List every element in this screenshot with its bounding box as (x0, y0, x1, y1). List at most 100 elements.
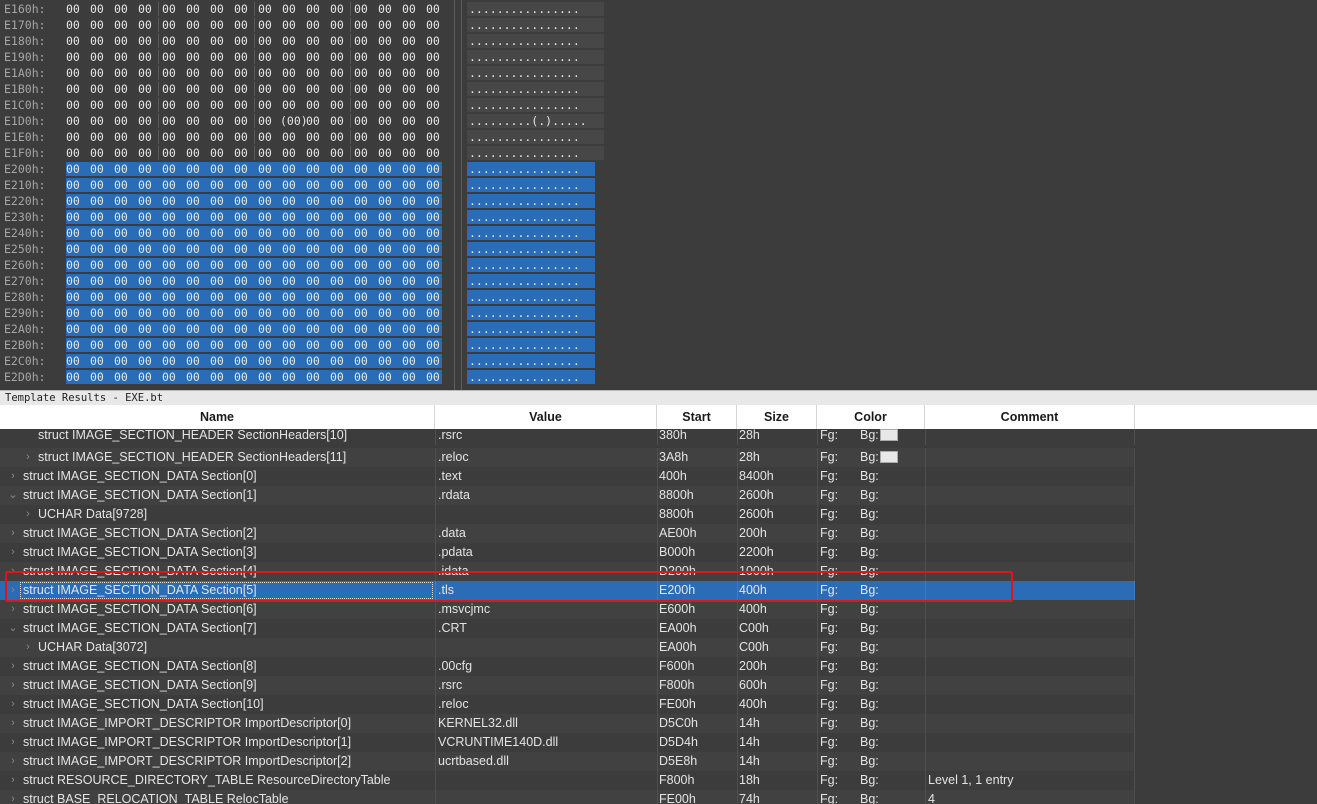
row-bg-color[interactable]: Bg: (860, 467, 879, 486)
hex-byte[interactable]: 00 (234, 2, 248, 16)
hex-byte[interactable]: 00 (210, 2, 224, 16)
hex-byte[interactable]: 00 (90, 274, 104, 288)
hex-byte[interactable]: 00 (378, 178, 392, 192)
chevron-right-icon[interactable]: › (8, 771, 18, 790)
hex-byte[interactable]: 00 (114, 290, 128, 304)
hex-byte[interactable]: 00 (282, 258, 296, 272)
hex-byte[interactable]: 00 (282, 322, 296, 336)
hex-row[interactable]: E240h: 00 00 00 00 00 00 00 00 00 00 00 00 00 00 00 00..… (0, 225, 1317, 241)
hex-ascii[interactable]: ................ (467, 130, 604, 144)
hex-byte[interactable]: 00 (330, 130, 344, 144)
column-size-header[interactable]: Size (737, 405, 817, 429)
hex-byte[interactable]: 00 (378, 146, 392, 160)
hex-byte[interactable]: 00 (378, 66, 392, 80)
hex-byte[interactable]: 00 (306, 114, 320, 128)
hex-byte[interactable]: 00 (66, 258, 80, 272)
row-fg-color[interactable]: Fg: (820, 733, 838, 752)
row-fg-color[interactable]: Fg: (820, 562, 838, 581)
hex-bytes[interactable]: 00 00 00 00 00 00 00 00 00 00 00 00 00 00 00 00 (66, 82, 442, 96)
chevron-right-icon[interactable]: › (8, 581, 18, 600)
hex-byte[interactable]: 00 (234, 274, 248, 288)
hex-byte[interactable]: 00 (210, 50, 224, 64)
hex-byte[interactable]: 00 (306, 34, 320, 48)
row-bg-color[interactable]: Bg: (860, 733, 879, 752)
hex-byte[interactable]: 00 (234, 194, 248, 208)
hex-byte[interactable]: 00 (66, 130, 80, 144)
hex-byte[interactable]: 00 (114, 226, 128, 240)
hex-row[interactable]: E270h: 00 00 00 00 00 00 00 00 00 00 00 00 00 00 00 00..… (0, 273, 1317, 289)
bg-color-swatch[interactable] (880, 451, 898, 463)
hex-byte[interactable]: 00 (258, 226, 272, 240)
hex-row[interactable]: E170h: 00 00 00 00 00 00 00 00 00 00 00 00 00 00 00 00..… (0, 17, 1317, 33)
hex-byte[interactable]: 00 (186, 18, 200, 32)
hex-byte[interactable]: 00 (378, 210, 392, 224)
hex-byte[interactable]: 00 (258, 194, 272, 208)
table-row[interactable]: › struct IMAGE_IMPORT_DESCRIPTOR ImportDe… (0, 733, 1135, 752)
table-row[interactable]: › struct IMAGE_SECTION_DATA Section[10] .r… (0, 695, 1135, 714)
hex-row[interactable]: E160h: 00 00 00 00 00 00 00 00 00 00 00 00 00 00 00 00..… (0, 1, 1317, 17)
hex-byte[interactable]: 00 (378, 50, 392, 64)
hex-byte[interactable]: 00 (90, 130, 104, 144)
hex-byte[interactable]: 00 (66, 338, 80, 352)
hex-byte[interactable]: 00 (114, 34, 128, 48)
hex-bytes[interactable]: 00 00 00 00 00 00 00 00 00 00 00 00 00 00 00 00 (66, 242, 442, 256)
hex-byte[interactable]: 00 (66, 290, 80, 304)
hex-byte[interactable]: 00 (90, 370, 104, 384)
hex-byte[interactable]: 00 (162, 162, 176, 176)
hex-byte[interactable]: 00 (426, 194, 440, 208)
chevron-right-icon[interactable]: › (8, 524, 18, 543)
hex-byte[interactable]: 00 (378, 194, 392, 208)
hex-byte[interactable]: 00 (426, 34, 440, 48)
hex-byte[interactable]: 00 (330, 178, 344, 192)
hex-byte[interactable]: 00 (306, 2, 320, 16)
table-row[interactable]: › UCHAR Data[3072] EA00h C00h Fg: Bg: (0, 638, 1135, 657)
hex-ascii[interactable]: ................ (467, 66, 604, 80)
hex-byte[interactable]: 00 (306, 354, 320, 368)
hex-ascii[interactable]: ................ (467, 338, 595, 352)
hex-byte[interactable]: 00 (90, 2, 104, 16)
hex-ascii[interactable]: ................ (467, 370, 595, 384)
hex-byte[interactable]: 00 (282, 210, 296, 224)
hex-byte[interactable]: 00 (330, 34, 344, 48)
hex-byte[interactable]: 00 (162, 18, 176, 32)
hex-byte[interactable]: 00 (402, 242, 416, 256)
hex-byte[interactable]: 00 (90, 338, 104, 352)
hex-byte[interactable]: 00 (186, 50, 200, 64)
hex-byte[interactable]: 00 (66, 114, 80, 128)
hex-byte[interactable]: 00 (162, 322, 176, 336)
hex-byte[interactable]: 00 (330, 258, 344, 272)
hex-bytes[interactable]: 00 00 00 00 00 00 00 00 00 00 00 00 00 00 00 00 (66, 162, 442, 176)
hex-byte[interactable]: 00 (114, 66, 128, 80)
hex-byte[interactable]: 00 (426, 146, 440, 160)
hex-ascii[interactable]: ................ (467, 34, 604, 48)
hex-byte[interactable]: 00 (234, 130, 248, 144)
hex-byte[interactable]: 00 (282, 194, 296, 208)
hex-byte[interactable]: 00 (138, 370, 152, 384)
hex-byte[interactable]: 00 (282, 306, 296, 320)
hex-byte[interactable]: 00 (114, 354, 128, 368)
chevron-right-icon[interactable]: › (23, 505, 33, 524)
hex-byte[interactable]: 00 (234, 354, 248, 368)
hex-byte[interactable]: 00 (426, 114, 440, 128)
row-fg-color[interactable]: Fg: (820, 505, 838, 524)
hex-row[interactable]: E1A0h: 00 00 00 00 00 00 00 00 00 00 00 00 00 00 00 00..… (0, 65, 1317, 81)
hex-byte[interactable]: 00 (210, 66, 224, 80)
hex-ascii[interactable]: ................ (467, 98, 604, 112)
hex-byte[interactable]: 00 (354, 82, 368, 96)
table-row[interactable]: › struct IMAGE_SECTION_DATA Section[2] .da… (0, 524, 1135, 543)
hex-byte[interactable]: 00 (186, 34, 200, 48)
hex-byte[interactable]: 00 (66, 194, 80, 208)
hex-byte[interactable]: 00 (66, 82, 80, 96)
hex-byte[interactable]: 00 (210, 82, 224, 96)
hex-byte[interactable]: 00 (186, 258, 200, 272)
hex-byte[interactable]: 00 (282, 82, 296, 96)
hex-byte[interactable]: 00 (306, 306, 320, 320)
row-bg-color[interactable]: Bg: (860, 543, 879, 562)
hex-byte[interactable]: 00 (90, 18, 104, 32)
hex-byte[interactable]: 00 (234, 98, 248, 112)
hex-byte[interactable]: 00 (210, 274, 224, 288)
hex-ascii[interactable]: ................ (467, 194, 595, 208)
hex-byte[interactable]: 00 (90, 114, 104, 128)
hex-byte[interactable]: 00 (66, 274, 80, 288)
hex-byte[interactable]: 00 (90, 178, 104, 192)
